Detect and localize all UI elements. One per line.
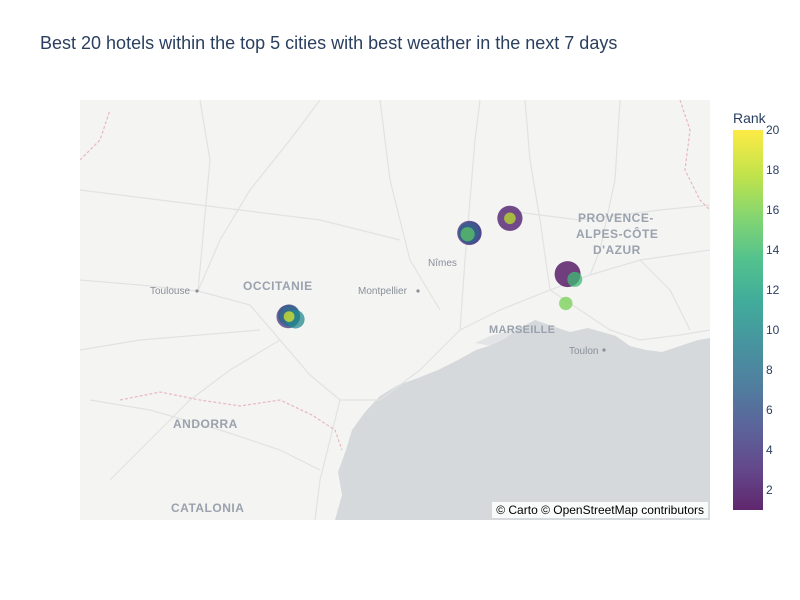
colorbar-gradient — [733, 130, 763, 510]
colorbar-tick-label: 16 — [766, 203, 780, 217]
hotel-point[interactable] — [504, 212, 516, 225]
colorbar-title: Rank — [733, 110, 766, 126]
colorbar-tick-label: 14 — [766, 243, 780, 257]
label-provence-1: PROVENCE- — [578, 211, 654, 225]
label-toulon: Toulon — [569, 346, 598, 357]
map-view[interactable]: Toulouse OCCITANIE Montpellier Nîmes MAR… — [80, 100, 710, 520]
label-marseille: MARSEILLE — [489, 324, 555, 336]
hotel-point[interactable] — [283, 311, 295, 322]
hotel-point[interactable] — [460, 227, 475, 242]
colorbar-tick-label: 20 — [766, 123, 780, 137]
hotel-point[interactable] — [567, 271, 583, 287]
colorbar-tick-label: 8 — [766, 363, 773, 377]
colorbar-tick-label: 10 — [766, 323, 780, 337]
colorbar-tick-label: 4 — [766, 443, 773, 457]
label-toulouse: Toulouse — [150, 286, 190, 297]
label-catalonia: CATALONIA — [171, 501, 244, 515]
toulouse-marker-icon — [195, 289, 199, 293]
map-canvas[interactable]: Toulouse OCCITANIE Montpellier Nîmes MAR… — [80, 100, 710, 520]
toulon-marker-icon — [602, 348, 606, 352]
label-provence-2: ALPES-CÔTE — [576, 226, 658, 241]
montpellier-marker-icon — [416, 289, 420, 293]
label-occitanie: OCCITANIE — [243, 279, 313, 293]
colorbar-tick-label: 2 — [766, 483, 773, 497]
chart-title: Best 20 hotels within the top 5 cities w… — [40, 33, 618, 53]
label-montpellier: Montpellier — [358, 286, 408, 297]
label-nimes: Nîmes — [428, 258, 457, 269]
label-andorra: ANDORRA — [173, 417, 238, 431]
label-provence-3: D'AZUR — [593, 243, 641, 257]
map-attribution[interactable]: © Carto © OpenStreetMap contributors — [492, 502, 708, 518]
hotel-point[interactable] — [559, 296, 573, 311]
colorbar-tick-label: 12 — [766, 283, 780, 297]
colorbar: Rank 2 4 6 8 10 12 14 16 18 20 — [733, 110, 793, 520]
colorbar-tick-label: 18 — [766, 163, 780, 177]
colorbar-tick-label: 6 — [766, 403, 773, 417]
